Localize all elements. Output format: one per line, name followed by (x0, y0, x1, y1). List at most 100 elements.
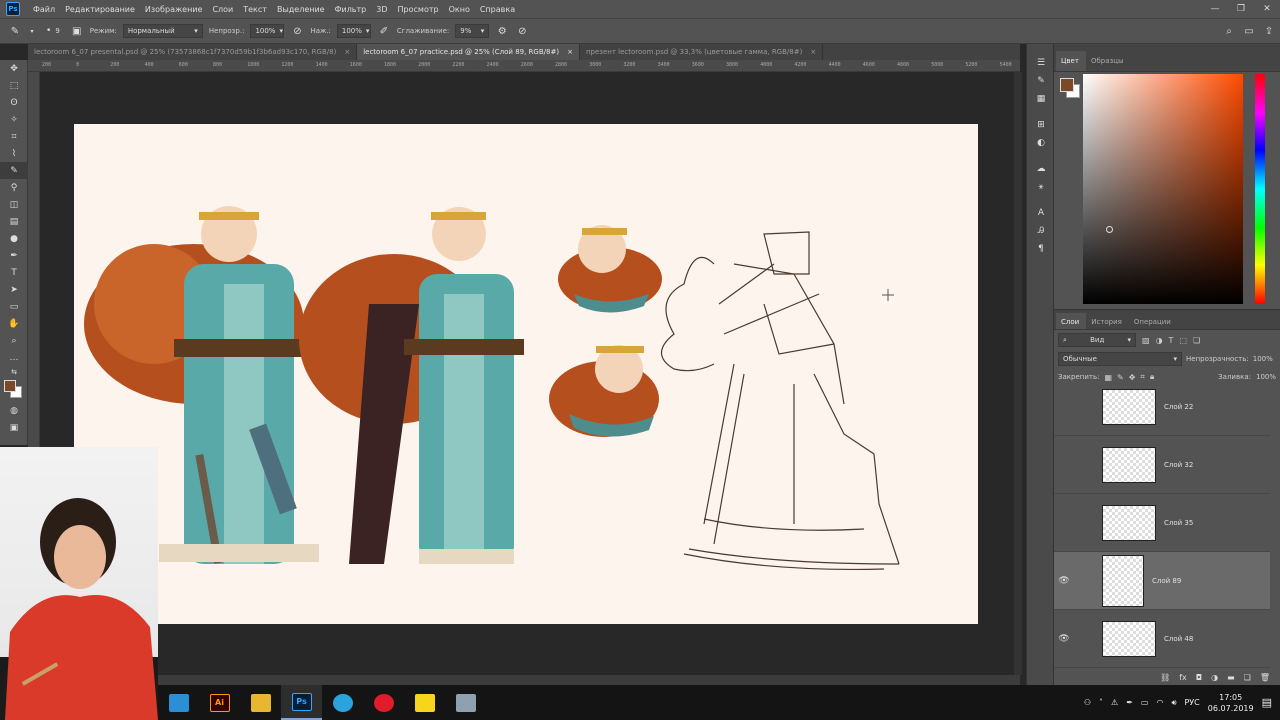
menu-select[interactable]: Выделение (272, 5, 330, 14)
brush-settings-icon[interactable]: ✎ (1027, 72, 1055, 90)
menu-window[interactable]: Окно (444, 5, 475, 14)
share-icon[interactable]: ⇪ (1262, 24, 1276, 38)
layer-name[interactable]: Слой 32 (1164, 461, 1193, 469)
screen-mode-icon[interactable]: ▣ (0, 419, 28, 436)
layer-filter-select[interactable]: ⌕ Вид ▾ (1058, 333, 1136, 347)
tab-history[interactable]: История (1086, 313, 1129, 329)
tab-actions[interactable]: Операции (1129, 313, 1178, 329)
language-indicator[interactable]: РУС (1184, 698, 1199, 707)
fx-icon[interactable]: fx (1179, 673, 1187, 682)
tab-swatches[interactable]: Образцы (1086, 51, 1131, 71)
chevron-down-icon[interactable]: ▾ (28, 24, 36, 38)
menu-3d[interactable]: 3D (371, 5, 392, 14)
brush-tool-icon[interactable]: ✎ (0, 162, 28, 179)
brush-panel-icon[interactable]: ▣ (70, 24, 84, 38)
menu-filter[interactable]: Фильтр (330, 5, 372, 14)
new-group-icon[interactable]: ▬ (1227, 673, 1235, 682)
taskbar-app-opera[interactable] (363, 685, 404, 720)
add-mask-icon[interactable]: ◘ (1196, 673, 1202, 682)
smoothing-field[interactable]: 9% ▾ (455, 24, 490, 38)
paragraph-icon[interactable]: ¶ (1027, 240, 1055, 258)
tab-presental[interactable]: lectoroom 6_07 presental.psd @ 25% (7357… (28, 44, 358, 60)
history-panel-icon[interactable]: ☰ (1027, 54, 1055, 72)
quick-mask-icon[interactable]: ◍ (0, 402, 28, 419)
new-layer-icon[interactable]: ❏ (1244, 673, 1251, 682)
filter-shape-icon[interactable]: ⬚ (1179, 336, 1187, 345)
layer-name[interactable]: Слой 89 (1152, 577, 1181, 585)
restore-icon[interactable]: ❐ (1228, 0, 1254, 18)
notifications-icon[interactable]: ▤ (1262, 696, 1272, 709)
foreground-color-swatch[interactable] (4, 380, 16, 392)
volume-icon[interactable]: 🔊︎ (1171, 698, 1176, 708)
filter-smart-icon[interactable]: ❏ (1193, 336, 1200, 345)
wifi-icon[interactable]: ◠ (1156, 698, 1163, 707)
taskbar-app-folder[interactable] (240, 685, 281, 720)
properties-icon[interactable]: ⊞ (1027, 116, 1055, 134)
adjustments-icon[interactable]: ◐ (1027, 134, 1055, 152)
layer-row[interactable]: Слой 32 (1054, 436, 1270, 494)
more-tools-icon[interactable]: … (0, 349, 28, 366)
tab-present[interactable]: презент lectoroom.psd @ 33,3% (цветовые … (580, 44, 824, 60)
layer-name[interactable]: Слой 22 (1164, 403, 1193, 411)
layer-row-selected[interactable]: 👁︎ Слой 89 (1054, 552, 1270, 610)
libraries-icon[interactable]: ☁ (1027, 160, 1055, 178)
taskbar-app-explorer[interactable] (158, 685, 199, 720)
chevron-up-icon[interactable]: ˄ (1099, 698, 1103, 707)
fg-bg-swatches[interactable] (1060, 78, 1082, 100)
taskbar-app-storage[interactable] (445, 685, 486, 720)
path-selection-tool-icon[interactable]: ➤ (0, 281, 28, 298)
brush-size-picker[interactable]: • 9 (42, 24, 64, 38)
menu-edit[interactable]: Редактирование (60, 5, 140, 14)
taskbar-app-illustrator[interactable]: Ai (199, 685, 240, 720)
pen-tool-icon[interactable]: ✒ (0, 247, 28, 264)
tab-practice[interactable]: lectoroom 6_07 practice.psd @ 25% (Слой … (357, 44, 580, 60)
eye-icon[interactable]: 👁︎ (1054, 634, 1074, 644)
clone-stamp-tool-icon[interactable]: ⚲ (0, 179, 28, 196)
glyphs-icon[interactable]: Ꭿ (1027, 222, 1055, 240)
close-icon[interactable]: × (344, 48, 350, 56)
close-icon[interactable]: ✕ (1254, 0, 1280, 18)
pressure-opacity-icon[interactable]: ⊘ (290, 24, 304, 38)
foreground-color-swatch[interactable] (1060, 78, 1074, 92)
dodge-tool-icon[interactable]: ● (0, 230, 28, 247)
filter-adjust-icon[interactable]: ◑ (1156, 336, 1163, 345)
character-panel-icon[interactable]: A (1027, 204, 1055, 222)
layer-row[interactable]: Слой 35 (1054, 494, 1270, 552)
menu-image[interactable]: Изображение (140, 5, 208, 14)
layer-row[interactable]: Слой 22 (1054, 378, 1270, 436)
hand-tool-icon[interactable]: ✋ (0, 315, 28, 332)
link-layers-icon[interactable]: ⛓ (1160, 673, 1170, 682)
mode-select[interactable]: Нормальный ▾ (122, 24, 203, 38)
magic-wand-tool-icon[interactable]: ✧ (0, 111, 28, 128)
close-icon[interactable]: × (567, 48, 573, 56)
minimize-icon[interactable]: — (1202, 0, 1228, 18)
eraser-tool-icon[interactable]: ◫ (0, 196, 28, 213)
styles-icon[interactable]: ⚹ (1027, 178, 1055, 196)
eyedropper-tool-icon[interactable]: ⌇ (0, 145, 28, 162)
color-picker-marker[interactable] (1106, 226, 1113, 233)
opacity-field[interactable]: 100% ▾ (250, 24, 285, 38)
tab-layers[interactable]: Слои (1056, 313, 1087, 329)
gear-icon[interactable]: ⚙ (495, 24, 509, 38)
pen-icon[interactable]: ✒ (1126, 698, 1133, 707)
type-tool-icon[interactable]: T (0, 264, 28, 281)
taskbar-app-photoshop[interactable]: Ps (281, 685, 322, 720)
taskbar-app-sticky-notes[interactable] (404, 685, 445, 720)
layer-row[interactable]: 👁︎ Слой 48 (1054, 610, 1270, 668)
close-icon[interactable]: × (810, 48, 816, 56)
clock[interactable]: 17:05 06.07.2019 (1208, 692, 1254, 714)
crop-tool-icon[interactable]: ⌗ (0, 128, 28, 145)
tab-color[interactable]: Цвет (1056, 51, 1086, 71)
document-canvas[interactable] (74, 124, 978, 624)
workspace-icon[interactable]: ▭ (1242, 24, 1256, 38)
gradient-tool-icon[interactable]: ▤ (0, 213, 28, 230)
layer-name[interactable]: Слой 48 (1164, 635, 1193, 643)
battery-icon[interactable]: ▭ (1141, 698, 1149, 707)
blend-mode-select[interactable]: Обычные ▾ (1058, 352, 1182, 366)
zoom-tool-icon[interactable]: ⌕ (0, 332, 28, 349)
menu-file[interactable]: Файл (28, 5, 60, 14)
marquee-tool-icon[interactable]: ⬚ (0, 77, 28, 94)
network-warning-icon[interactable]: ⚠ (1111, 698, 1118, 707)
swap-colors-icon[interactable]: ⇆ (0, 366, 28, 378)
rectangle-tool-icon[interactable]: ▭ (0, 298, 28, 315)
